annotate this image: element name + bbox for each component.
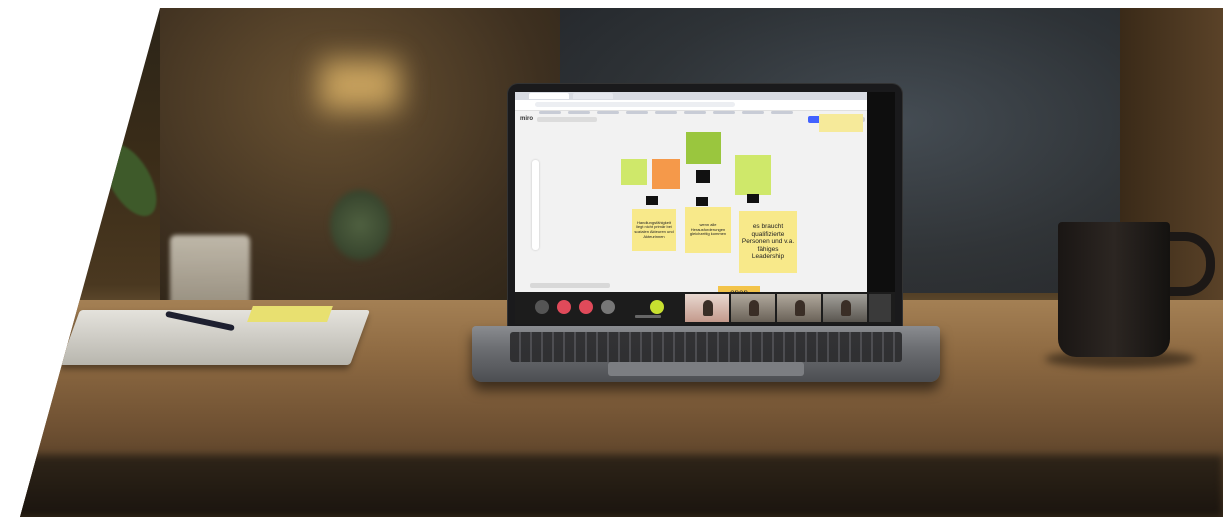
sticky-note-text[interactable]: es braucht qualifizierte Personen und v.…	[739, 211, 797, 273]
yellow-note	[247, 306, 333, 322]
sticky-note[interactable]	[621, 159, 647, 185]
browser-tab[interactable]	[529, 93, 569, 99]
black-card[interactable]	[646, 196, 658, 205]
sticky-note[interactable]	[686, 132, 721, 164]
bookmark[interactable]	[713, 111, 735, 114]
coffee-mug	[1058, 222, 1170, 357]
participant-video[interactable]	[823, 294, 867, 322]
bookmark[interactable]	[539, 111, 561, 114]
participant-avatar[interactable]	[650, 300, 664, 314]
plant-leaf	[92, 135, 168, 225]
laptop-screen: miro Handlungsfähigkeit liegt nicht prim…	[515, 92, 895, 324]
black-card[interactable]	[696, 170, 710, 183]
plant	[330, 190, 390, 260]
sticky-note[interactable]	[735, 155, 771, 195]
bookmark[interactable]	[597, 111, 619, 114]
participant-video[interactable]	[731, 294, 775, 322]
desk-edge	[20, 455, 1223, 517]
participant-video[interactable]	[869, 294, 891, 322]
participant-avatar[interactable]	[579, 300, 593, 314]
lamp-glow	[320, 60, 400, 110]
participant	[702, 300, 713, 316]
sticky-note-text[interactable]: wenn alle Herausforderungen gleichzeitig…	[685, 207, 731, 253]
participant	[794, 300, 805, 316]
sticky-note[interactable]	[652, 159, 680, 189]
bookmark[interactable]	[771, 111, 793, 114]
participant-video[interactable]	[777, 294, 821, 322]
participant-avatar[interactable]	[601, 300, 615, 314]
keyboard	[510, 332, 902, 362]
participant	[748, 300, 759, 316]
participant-avatar[interactable]	[557, 300, 571, 314]
black-card[interactable]	[696, 197, 708, 206]
board-logo[interactable]: miro	[520, 116, 533, 122]
bookmark[interactable]	[568, 111, 590, 114]
bookmark[interactable]	[742, 111, 764, 114]
participant-name	[635, 315, 661, 318]
board-name[interactable]	[537, 117, 597, 122]
plant-pot	[170, 235, 250, 310]
bookmarks-bar	[539, 111, 859, 114]
participant-avatar[interactable]	[535, 300, 549, 314]
scene: miro Handlungsfähigkeit liegt nicht prim…	[0, 0, 1223, 517]
board-bottom-toolbar[interactable]	[530, 283, 610, 288]
video-call-bar	[515, 292, 895, 324]
side-panel	[819, 92, 895, 292]
whiteboard-canvas[interactable]: Handlungsfähigkeit liegt nicht primär be…	[515, 127, 867, 287]
sticky-note[interactable]	[819, 114, 863, 132]
sticky-note-text[interactable]: Handlungsfähigkeit liegt nicht primär be…	[632, 209, 676, 251]
black-card[interactable]	[747, 194, 759, 203]
address-bar[interactable]	[515, 100, 895, 111]
browser-tabs	[515, 92, 895, 100]
url-field[interactable]	[535, 102, 735, 107]
participant	[840, 300, 851, 316]
trackpad	[608, 362, 804, 376]
bookmark[interactable]	[684, 111, 706, 114]
bookmark[interactable]	[655, 111, 677, 114]
participant-video[interactable]	[685, 294, 729, 322]
browser-tab[interactable]	[573, 93, 613, 99]
bookmark[interactable]	[626, 111, 648, 114]
